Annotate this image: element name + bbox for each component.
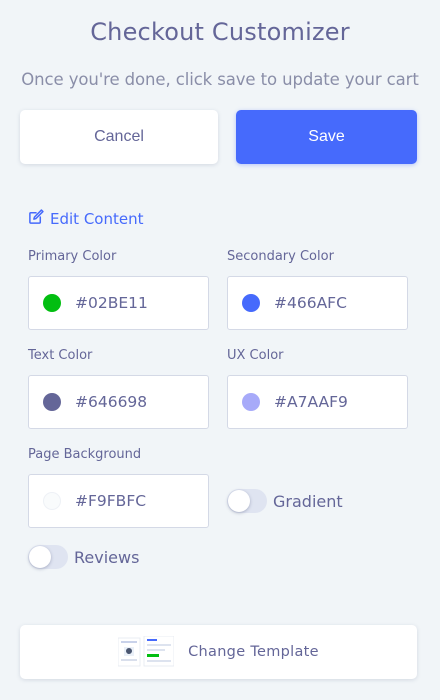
save-button[interactable]: Save — [236, 110, 417, 164]
reviews-toggle-row[interactable]: Reviews — [28, 545, 139, 569]
text-color-value: #646698 — [75, 393, 148, 411]
page-subtitle: Once you're done, click save to update y… — [21, 70, 419, 89]
gradient-label: Gradient — [273, 491, 343, 511]
page-title: Checkout Customizer — [90, 18, 350, 46]
secondary-color-swatch[interactable] — [242, 294, 260, 312]
edit-content-label: Edit Content — [50, 209, 144, 228]
gradient-toggle-knob — [228, 490, 250, 512]
reviews-label: Reviews — [74, 547, 140, 567]
ux-color-swatch[interactable] — [242, 393, 260, 411]
text-color-field[interactable]: #646698 — [28, 375, 209, 429]
primary-color-value: #02BE11 — [75, 294, 148, 312]
change-template-button[interactable]: Change Template — [20, 625, 417, 679]
reviews-toggle[interactable] — [28, 545, 68, 569]
primary-color-field[interactable]: #02BE11 — [28, 276, 209, 330]
page-background-swatch[interactable] — [43, 492, 61, 510]
cancel-button[interactable]: Cancel — [20, 110, 218, 164]
page-background-field[interactable]: #F9FBFC — [28, 474, 209, 528]
primary-color-label: Primary Color — [28, 249, 117, 264]
secondary-color-field[interactable]: #466AFC — [227, 276, 408, 330]
gradient-toggle-row[interactable]: Gradient — [227, 489, 343, 513]
change-template-label: Change Template — [188, 644, 319, 660]
secondary-color-value: #466AFC — [274, 294, 347, 312]
edit-icon — [28, 208, 45, 229]
primary-color-swatch[interactable] — [43, 294, 61, 312]
page-background-label: Page Background — [28, 447, 142, 462]
edit-content-link[interactable]: Edit Content — [28, 208, 143, 229]
ux-color-field[interactable]: #A7AAF9 — [227, 375, 408, 429]
ux-color-value: #A7AAF9 — [274, 393, 348, 411]
reviews-toggle-knob — [29, 546, 51, 568]
template-thumbnail-icon — [117, 635, 175, 668]
text-color-swatch[interactable] — [43, 393, 61, 411]
secondary-color-label: Secondary Color — [227, 249, 334, 264]
ux-color-label: UX Color — [227, 348, 284, 363]
page-background-value: #F9FBFC — [75, 492, 147, 510]
text-color-label: Text Color — [28, 348, 93, 363]
gradient-toggle[interactable] — [227, 489, 267, 513]
